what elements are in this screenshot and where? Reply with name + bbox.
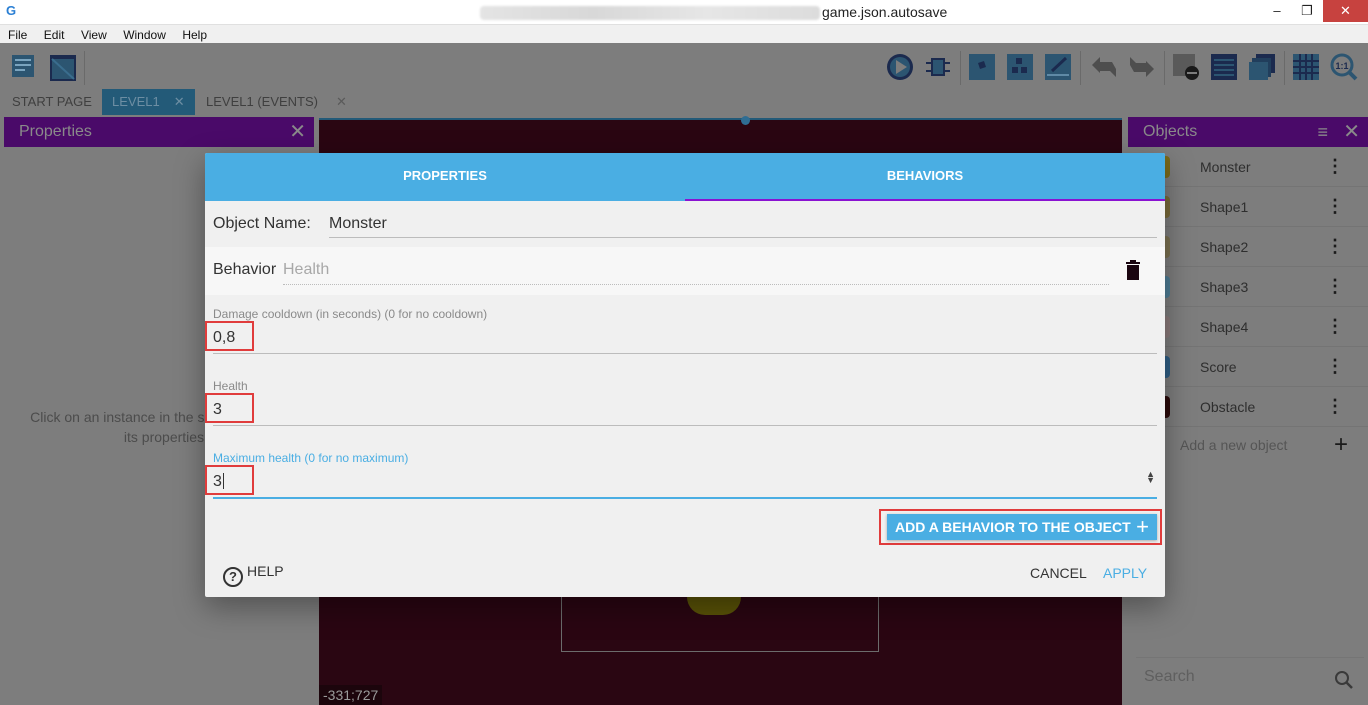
menu-file[interactable]: File <box>8 25 27 42</box>
grid-icon[interactable] <box>1292 53 1320 81</box>
help-button[interactable]: ? HELP <box>223 563 284 587</box>
properties-panel-header: Properties ✕ <box>4 117 314 147</box>
zoom-reset-icon[interactable]: 1:1 <box>1330 53 1358 81</box>
close-icon[interactable]: ✕ <box>1343 117 1360 147</box>
field-label: Damage cooldown (in seconds) (0 for no c… <box>213 307 488 321</box>
gdevelop-logo-icon: G <box>6 3 17 18</box>
project-manager-icon[interactable] <box>10 53 38 81</box>
apply-button[interactable]: APPLY <box>1103 565 1147 581</box>
maximum-health-input[interactable]: 3 <box>213 473 224 491</box>
undo-icon[interactable] <box>1090 53 1118 81</box>
help-icon: ? <box>223 567 243 587</box>
close-tab-icon[interactable]: ✕ <box>336 94 347 109</box>
menu-help[interactable]: Help <box>182 25 207 42</box>
edit-layers-icon[interactable] <box>1044 53 1072 81</box>
cancel-button[interactable]: CANCEL <box>1030 565 1087 581</box>
editor-tabs: START PAGE LEVEL1 ✕ LEVEL1 (EVENTS) ✕ <box>0 89 1368 115</box>
menu-window[interactable]: Window <box>123 25 166 42</box>
highlight-box: ADD A BEHAVIOR TO THE OBJECT + <box>879 509 1162 545</box>
object-name-field[interactable]: Monster <box>329 215 387 233</box>
close-icon[interactable]: ✕ <box>289 117 306 147</box>
add-behavior-button[interactable]: ADD A BEHAVIOR TO THE OBJECT + <box>887 514 1157 540</box>
filter-icon[interactable]: ≡ <box>1317 117 1328 147</box>
search-icon[interactable] <box>1334 670 1354 690</box>
layers-icon[interactable] <box>1248 53 1276 81</box>
divider <box>329 237 1157 238</box>
object-search <box>1136 657 1364 703</box>
field-label: Health <box>213 379 248 393</box>
field-label: Maximum health (0 for no maximum) <box>213 451 409 465</box>
input-underline <box>213 353 1157 354</box>
properties-list-icon[interactable] <box>1210 53 1238 81</box>
input-underline <box>213 497 1157 499</box>
health-field: Health 3 <box>205 379 1157 426</box>
menu-bar: File Edit View Window Help <box>0 24 1368 43</box>
maximize-button[interactable]: ❐ <box>1292 0 1322 22</box>
input-underline <box>213 425 1157 426</box>
blurred-path <box>480 6 820 20</box>
search-input[interactable] <box>1144 668 1314 686</box>
svg-text:1:1: 1:1 <box>1335 61 1348 71</box>
behavior-name-field[interactable]: Health <box>283 261 329 279</box>
scene-window-icon[interactable] <box>48 53 76 81</box>
health-input[interactable]: 3 <box>213 401 222 419</box>
tab-level1[interactable]: LEVEL1 ✕ <box>102 89 195 115</box>
minimize-button[interactable]: – <box>1262 0 1292 22</box>
damage-cooldown-input[interactable]: 0,8 <box>213 329 235 347</box>
dialog-tabs: PROPERTIES BEHAVIORS <box>205 153 1165 201</box>
toolbar: 1:1 <box>0 43 1368 89</box>
tab-properties[interactable]: PROPERTIES <box>205 153 685 201</box>
plus-icon: + <box>1136 514 1149 539</box>
tab-level1-events[interactable]: LEVEL1 (EVENTS) ✕ <box>206 89 347 115</box>
panel-title: Properties <box>19 123 92 140</box>
divider <box>283 284 1109 285</box>
title-bar: G game.json.autosave – ❐ ✕ <box>0 0 1368 24</box>
panel-title: Objects <box>1143 123 1198 140</box>
text-cursor <box>222 473 224 489</box>
more-options-icon[interactable]: ⋮ <box>1326 356 1344 376</box>
object-name-label: Object Name: <box>213 215 311 232</box>
add-instance-icon[interactable] <box>968 53 996 81</box>
debugger-icon[interactable] <box>924 53 952 81</box>
resize-handle[interactable] <box>741 116 750 125</box>
more-options-icon[interactable]: ⋮ <box>1326 396 1344 416</box>
more-options-icon[interactable]: ⋮ <box>1326 156 1344 176</box>
menu-view[interactable]: View <box>81 25 107 42</box>
behavior-header-row: Behavior Health <box>205 247 1165 295</box>
more-options-icon[interactable]: ⋮ <box>1326 236 1344 256</box>
tab-start-page[interactable]: START PAGE <box>12 89 92 115</box>
damage-cooldown-field: Damage cooldown (in seconds) (0 for no c… <box>205 307 1157 354</box>
delete-icon[interactable] <box>1172 53 1200 81</box>
maximum-health-field: Maximum health (0 for no maximum) 3 ▲ ▼ <box>205 451 1157 499</box>
window-title: game.json.autosave <box>822 4 948 20</box>
menu-edit[interactable]: Edit <box>44 25 65 42</box>
close-window-button[interactable]: ✕ <box>1323 0 1368 22</box>
object-editor-dialog: PROPERTIES BEHAVIORS Object Name: Monste… <box>205 153 1165 597</box>
more-options-icon[interactable]: ⋮ <box>1326 196 1344 216</box>
instances-list-icon[interactable] <box>1006 53 1034 81</box>
more-options-icon[interactable]: ⋮ <box>1326 276 1344 296</box>
redo-icon[interactable] <box>1128 53 1156 81</box>
trash-icon[interactable] <box>1126 260 1140 280</box>
cursor-coordinates: -331;727 <box>319 685 383 705</box>
more-options-icon[interactable]: ⋮ <box>1326 316 1344 336</box>
preview-play-icon[interactable] <box>886 53 914 81</box>
behavior-label: Behavior <box>213 261 277 278</box>
plus-icon: + <box>1333 431 1348 458</box>
tab-behaviors[interactable]: BEHAVIORS <box>685 153 1165 201</box>
object-name-row: Object Name: Monster <box>205 201 1165 247</box>
close-tab-icon[interactable]: ✕ <box>174 94 185 109</box>
objects-panel-header: Objects ≡ ✕ <box>1128 117 1368 147</box>
number-spinner[interactable]: ▲ ▼ <box>1146 470 1155 485</box>
